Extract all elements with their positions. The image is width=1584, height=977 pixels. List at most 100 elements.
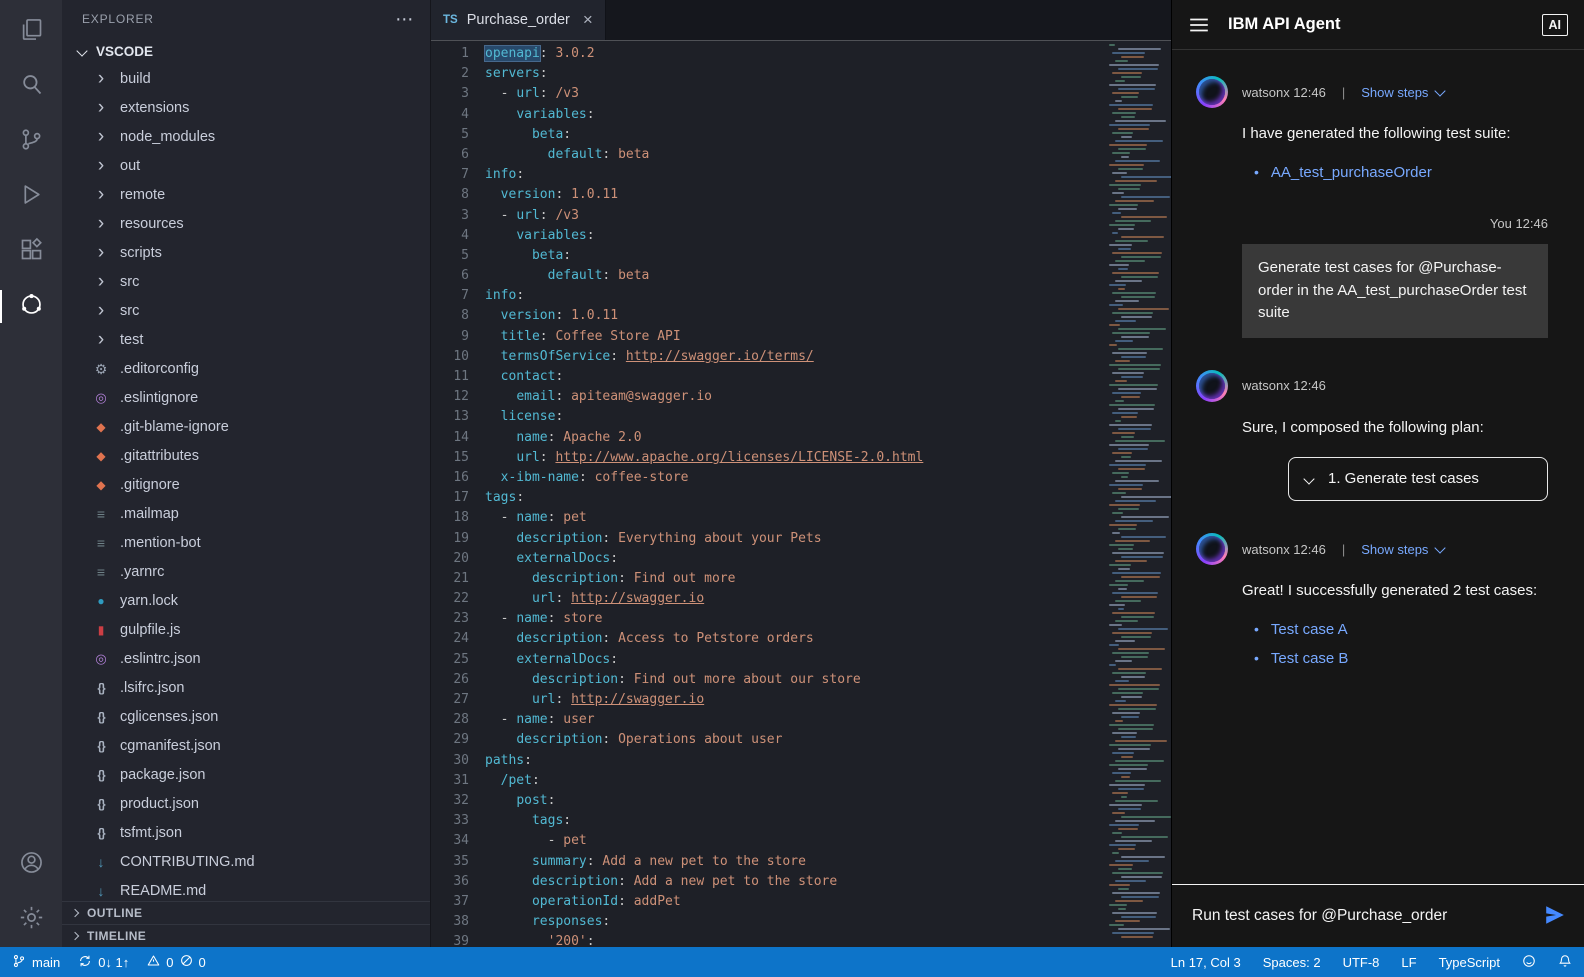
code-line[interactable]: 26 description: Find out more about our …	[431, 670, 1101, 690]
code-line[interactable]: 5 beta:	[431, 125, 1101, 145]
section-outline[interactable]: OUTLINE	[62, 901, 430, 924]
chat-input[interactable]	[1190, 906, 1534, 926]
notifications-button[interactable]	[1558, 954, 1572, 971]
code-line[interactable]: 33 tags:	[431, 811, 1101, 831]
code-line[interactable]: 30 paths:	[431, 751, 1101, 771]
tree-item[interactable]: ↓ README.md	[62, 876, 430, 901]
code-line[interactable]: 23 - name: store	[431, 609, 1101, 629]
tree-item[interactable]: {} tsfmt.json	[62, 818, 430, 847]
sync-indicator[interactable]: 0↓ 1↑	[78, 954, 129, 971]
code-line[interactable]: 32 post:	[431, 791, 1101, 811]
code-line[interactable]: 34 - pet	[431, 831, 1101, 851]
code-line[interactable]: 1 openapi: 3.0.2	[431, 44, 1101, 64]
show-steps-link[interactable]: Show steps	[1361, 542, 1447, 557]
test-case-link[interactable]: Test case A	[1271, 619, 1348, 642]
code-line[interactable]: 39 '200':	[431, 932, 1101, 947]
code-line[interactable]: 3 - url: /v3	[431, 206, 1101, 226]
tree-root-vscode[interactable]: VSCODE	[62, 38, 430, 64]
code-line[interactable]: 27 url: http://swagger.io	[431, 690, 1101, 710]
tree-item[interactable]: ≡ .mailmap	[62, 499, 430, 528]
tree-item[interactable]: › src	[62, 267, 430, 296]
activity-source-control-button[interactable]	[0, 114, 62, 169]
tree-item[interactable]: {} package.json	[62, 760, 430, 789]
section-timeline[interactable]: TIMELINE	[62, 924, 430, 947]
indentation-indicator[interactable]: Spaces: 2	[1263, 955, 1321, 970]
language-indicator[interactable]: TypeScript	[1439, 955, 1500, 970]
test-case-link[interactable]: Test case B	[1271, 648, 1349, 671]
code-line[interactable]: 37 operationId: addPet	[431, 892, 1101, 912]
code-line[interactable]: 8 version: 1.0.11	[431, 306, 1101, 326]
show-steps-link[interactable]: Show steps	[1361, 85, 1447, 100]
code-line[interactable]: 17 tags:	[431, 488, 1101, 508]
code-line[interactable]: 21 description: Find out more	[431, 569, 1101, 589]
code-line[interactable]: 2 servers:	[431, 64, 1101, 84]
code-line[interactable]: 12 email: apiteam@swagger.io	[431, 387, 1101, 407]
code-line[interactable]: 18 - name: pet	[431, 508, 1101, 528]
code-line[interactable]: 16 x-ibm-name: coffee-store	[431, 468, 1101, 488]
tree-item[interactable]: › extensions	[62, 93, 430, 122]
tree-item[interactable]: ≡ .yarnrc	[62, 557, 430, 586]
activity-api-agent-button[interactable]	[0, 279, 62, 334]
code-line[interactable]: 14 name: Apache 2.0	[431, 428, 1101, 448]
tree-item[interactable]: ≡ .mention-bot	[62, 528, 430, 557]
tree-item[interactable]: ↓ CONTRIBUTING.md	[62, 847, 430, 876]
code-line[interactable]: 8 version: 1.0.11	[431, 185, 1101, 205]
test-suite-link[interactable]: AA_test_purchaseOrder	[1271, 162, 1432, 185]
code-line[interactable]: 9 title: Coffee Store API	[431, 327, 1101, 347]
branch-indicator[interactable]: main	[12, 954, 60, 971]
activity-explorer-button[interactable]	[0, 4, 62, 59]
tree-item[interactable]: ▮ gulpfile.js	[62, 615, 430, 644]
tree-item[interactable]: › test	[62, 325, 430, 354]
code-line[interactable]: 24 description: Access to Petstore order…	[431, 629, 1101, 649]
tree-item[interactable]: {} product.json	[62, 789, 430, 818]
tree-item[interactable]: › remote	[62, 180, 430, 209]
encoding-indicator[interactable]: UTF-8	[1343, 955, 1380, 970]
tree-item[interactable]: {} .lsifrc.json	[62, 673, 430, 702]
tree-item[interactable]: ● yarn.lock	[62, 586, 430, 615]
tree-item[interactable]: ◆ .gitattributes	[62, 441, 430, 470]
code-line[interactable]: 13 license:	[431, 407, 1101, 427]
minimap[interactable]	[1107, 41, 1171, 947]
tree-item[interactable]: › src	[62, 296, 430, 325]
tab-close-icon[interactable]: ×	[583, 10, 593, 30]
code-editor[interactable]: 1 openapi: 3.0.2 2 servers: 3 - url: /v3	[431, 40, 1171, 947]
code-line[interactable]: 25 externalDocs:	[431, 650, 1101, 670]
tree-item[interactable]: ◎ .eslintignore	[62, 383, 430, 412]
code-line[interactable]: 7 info:	[431, 286, 1101, 306]
hamburger-menu-icon[interactable]	[1188, 14, 1210, 36]
activity-extensions-button[interactable]	[0, 224, 62, 279]
tab-purchase-order[interactable]: TS Purchase_order ×	[431, 0, 606, 40]
activity-run-debug-button[interactable]	[0, 169, 62, 224]
code-line[interactable]: 20 externalDocs:	[431, 549, 1101, 569]
code-line[interactable]: 22 url: http://swagger.io	[431, 589, 1101, 609]
tree-item[interactable]: › node_modules	[62, 122, 430, 151]
code-line[interactable]: 38 responses:	[431, 912, 1101, 932]
cursor-position[interactable]: Ln 17, Col 3	[1171, 955, 1241, 970]
problems-indicator[interactable]: 0 0	[147, 954, 206, 970]
feedback-button[interactable]	[1522, 954, 1536, 971]
code-line[interactable]: 19 description: Everything about your Pe…	[431, 529, 1101, 549]
tree-item[interactable]: {} cglicenses.json	[62, 702, 430, 731]
code-line[interactable]: 3 - url: /v3	[431, 84, 1101, 104]
code-line[interactable]: 15 url: http://www.apache.org/licenses/L…	[431, 448, 1101, 468]
tree-item[interactable]: ◆ .git-blame-ignore	[62, 412, 430, 441]
code-line[interactable]: 35 summary: Add a new pet to the store	[431, 852, 1101, 872]
code-line[interactable]: 10 termsOfService: http://swagger.io/ter…	[431, 347, 1101, 367]
code-line[interactable]: 6 default: beta	[431, 145, 1101, 165]
tree-item[interactable]: ◆ .gitignore	[62, 470, 430, 499]
tree-item[interactable]: › build	[62, 64, 430, 93]
code-line[interactable]: 6 default: beta	[431, 266, 1101, 286]
plan-accordion[interactable]: 1. Generate test cases	[1288, 457, 1548, 501]
code-line[interactable]: 28 - name: user	[431, 710, 1101, 730]
tree-item[interactable]: ⚙ .editorconfig	[62, 354, 430, 383]
activity-account-button[interactable]	[0, 837, 62, 892]
send-button[interactable]	[1544, 904, 1566, 929]
code-line[interactable]: 36 description: Add a new pet to the sto…	[431, 872, 1101, 892]
code-line[interactable]: 29 description: Operations about user	[431, 730, 1101, 750]
code-line[interactable]: 4 variables:	[431, 226, 1101, 246]
code-line[interactable]: 4 variables:	[431, 105, 1101, 125]
code-line[interactable]: 31 /pet:	[431, 771, 1101, 791]
tree-item[interactable]: › resources	[62, 209, 430, 238]
tree-item[interactable]: ◎ .eslintrc.json	[62, 644, 430, 673]
code-line[interactable]: 11 contact:	[431, 367, 1101, 387]
